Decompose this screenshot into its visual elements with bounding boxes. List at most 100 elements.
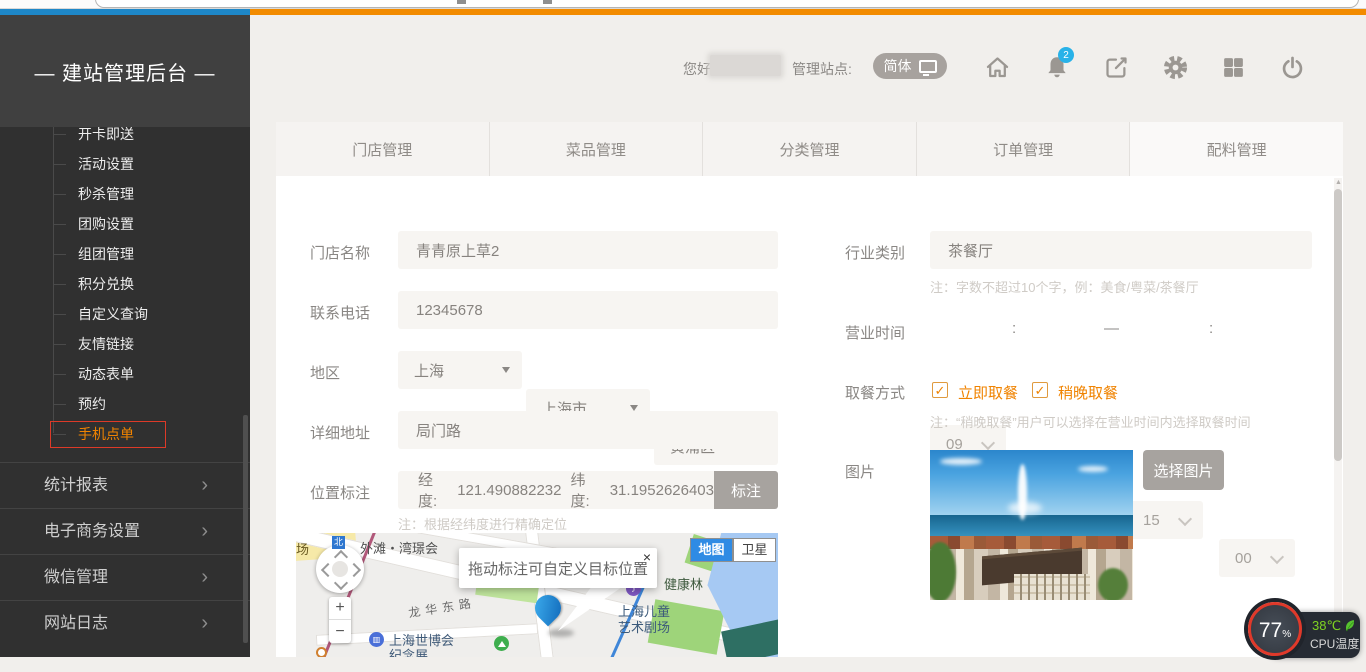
sidebar-section-logs[interactable]: 网站日志›	[0, 600, 250, 646]
park-poi-icon	[494, 636, 509, 651]
sidebar-item-seckill[interactable]: 秒杀管理	[0, 179, 250, 209]
browser-icon	[457, 0, 466, 4]
tab-dish-management[interactable]: 菜品管理	[489, 122, 703, 176]
lat-value: 31.1952626403	[610, 482, 714, 499]
map-label-forest: 健康林	[664, 574, 703, 593]
edit-icon[interactable]	[1101, 52, 1131, 82]
sidebar-sections: 统计报表› 电子商务设置› 微信管理› 网站日志›	[0, 462, 250, 646]
sidebar-scrollbar[interactable]	[243, 415, 248, 643]
cpu-monitor-widget[interactable]: 38℃ CPU温度 77 %	[1248, 602, 1360, 672]
sidebar-menu: 开卡即送 活动设置 秒杀管理 团购设置 组团管理 积分兑换 自定义查询 友情链接…	[0, 119, 250, 449]
map-type-toggle: 地图 卫星	[690, 538, 776, 562]
map-pan-control[interactable]	[316, 545, 364, 593]
sidebar-item-activity[interactable]: 活动设置	[0, 149, 250, 179]
map-label-theater2: 艺术剧场	[618, 617, 670, 636]
map-tooltip: 拖动标注可自定义目标位置 ×	[459, 548, 657, 588]
language-pill[interactable]: 简体	[873, 53, 947, 79]
hours-label: 营业时间	[845, 322, 905, 343]
mark-button[interactable]: 标注	[714, 471, 778, 509]
chevron-right-icon: ›	[201, 601, 208, 646]
pickup-later-label[interactable]: 稍晚取餐	[1058, 382, 1118, 403]
choose-image-button[interactable]: 选择图片	[1143, 450, 1224, 490]
pan-down-icon[interactable]	[334, 576, 348, 590]
coordinates-field[interactable]: 经度: 121.490882232 纬度: 31.1952626403	[398, 471, 714, 509]
chevron-down-icon	[981, 436, 995, 450]
cpu-temp-value: 38℃	[1312, 618, 1341, 634]
leaf-icon	[1344, 619, 1356, 633]
home-icon[interactable]	[982, 52, 1012, 82]
close-hour-select[interactable]: 15	[1127, 501, 1203, 539]
map-poi-dot	[316, 647, 327, 657]
tab-order-management[interactable]: 订单管理	[916, 122, 1130, 176]
map-north-badge: 北	[332, 536, 345, 549]
map-label-expo2: 纪念展	[389, 645, 428, 657]
province-select[interactable]: 上海	[398, 351, 522, 389]
sidebar-section-wechat[interactable]: 微信管理›	[0, 554, 250, 600]
sidebar-item-mobile-order[interactable]: 手机点单	[0, 419, 250, 449]
time-colon: :	[1012, 320, 1016, 337]
lng-value: 121.490882232	[457, 482, 561, 499]
cpu-temp-label: CPU温度	[1310, 635, 1359, 652]
phone-input[interactable]: 12345678	[398, 291, 778, 329]
chevron-down-icon	[1270, 550, 1284, 564]
sidebar-item-booking[interactable]: 预约	[0, 389, 250, 419]
sidebar-item-points[interactable]: 积分兑换	[0, 269, 250, 299]
browser-edge	[0, 0, 1366, 9]
chevron-down-icon	[1178, 512, 1192, 526]
map-view-button[interactable]: 地图	[690, 538, 733, 562]
pickup-now-label[interactable]: 立即取餐	[958, 382, 1018, 403]
tab-ingredient-management[interactable]: 配料管理	[1129, 122, 1343, 176]
satellite-view-button[interactable]: 卫星	[733, 538, 776, 562]
zoom-out-button[interactable]: −	[335, 621, 344, 643]
map-label-corner: 场	[296, 539, 309, 558]
map-widget[interactable]: 场 外滩・湾璟会 龙华东路 上海世博会 纪念展 健康林 上海儿童 艺术剧场 ▥ …	[296, 533, 778, 657]
industry-input[interactable]: 茶餐厅	[930, 231, 1312, 269]
sidebar-item-dynamic-form[interactable]: 动态表单	[0, 359, 250, 389]
close-icon[interactable]: ×	[643, 550, 651, 564]
username-redacted	[710, 55, 781, 76]
apps-grid-icon[interactable]	[1218, 52, 1248, 82]
store-name-input[interactable]: 青青原上草2	[398, 231, 778, 269]
sidebar-section-ecommerce[interactable]: 电子商务设置›	[0, 508, 250, 554]
industry-label: 行业类别	[845, 242, 905, 263]
content-scrollbar-thumb[interactable]	[1334, 189, 1342, 461]
pin-shadow	[548, 629, 574, 637]
museum-poi-icon: ▥	[369, 632, 384, 647]
address-input[interactable]: 局门路	[398, 411, 778, 449]
map-label-bund: 外滩・湾璟会	[360, 538, 438, 557]
power-icon[interactable]	[1277, 52, 1307, 82]
tab-category-management[interactable]: 分类管理	[702, 122, 916, 176]
pan-right-icon[interactable]	[347, 563, 361, 577]
browser-icon	[543, 0, 552, 4]
map-label-road: 龙华东路	[407, 594, 477, 621]
browser-address-bar	[95, 0, 1359, 8]
address-label: 详细地址	[310, 422, 370, 443]
monitor-icon	[919, 60, 937, 73]
map-zoom-control[interactable]: + −	[329, 597, 351, 643]
location-label: 位置标注	[310, 482, 370, 503]
location-note: 注：根据经纬度进行精确定位	[398, 514, 567, 533]
tab-store-management[interactable]: 门店管理	[276, 122, 489, 176]
chevron-right-icon: ›	[201, 555, 208, 600]
greeting-text: 您好	[683, 59, 711, 79]
zoom-in-button[interactable]: +	[329, 597, 351, 620]
industry-note: 注：字数不超过10个字，例：美食/粤菜/茶餐厅	[930, 277, 1199, 296]
accent-bar-orange	[250, 9, 1366, 15]
app-logo: — 建站管理后台 —	[0, 15, 250, 127]
sidebar: — 建站管理后台 — 开卡即送 活动设置 秒杀管理 团购设置 组团管理 积分兑换…	[0, 15, 250, 657]
scrollbar-up-arrow[interactable]: ▲	[1335, 179, 1342, 186]
gear-icon[interactable]	[1160, 52, 1190, 82]
sidebar-item-links[interactable]: 友情链接	[0, 329, 250, 359]
sidebar-section-reports[interactable]: 统计报表›	[0, 462, 250, 508]
active-item-outline	[50, 421, 166, 448]
close-minute-select[interactable]: 00	[1219, 539, 1295, 577]
chevron-right-icon: ›	[201, 463, 208, 508]
pickup-now-checkbox[interactable]: ✓	[932, 382, 948, 398]
sidebar-item-group[interactable]: 组团管理	[0, 239, 250, 269]
chevron-right-icon: ›	[201, 509, 208, 554]
sidebar-item-custom-query[interactable]: 自定义查询	[0, 299, 250, 329]
pickup-note: 注：“稍晚取餐”用户可以选择在营业时间内选择取餐时间	[930, 412, 1251, 431]
notification-badge: 2	[1058, 47, 1074, 63]
sidebar-item-groupbuy[interactable]: 团购设置	[0, 209, 250, 239]
pickup-later-checkbox[interactable]: ✓	[1032, 382, 1048, 398]
